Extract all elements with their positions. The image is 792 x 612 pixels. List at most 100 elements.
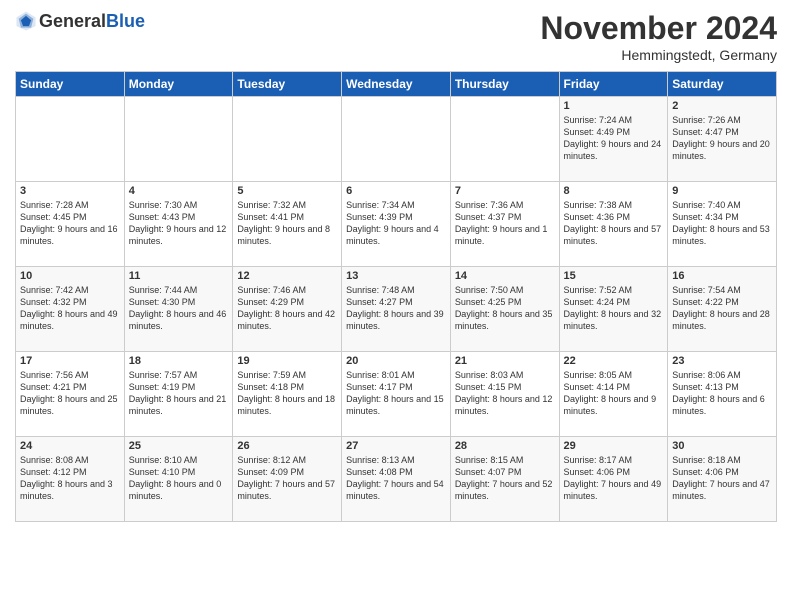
day-info: Sunrise: 7:28 AM Sunset: 4:45 PM Dayligh… (20, 199, 120, 248)
day-info: Sunrise: 7:24 AM Sunset: 4:49 PM Dayligh… (564, 114, 664, 163)
day-info: Sunrise: 7:46 AM Sunset: 4:29 PM Dayligh… (237, 284, 337, 333)
day-info: Sunrise: 8:18 AM Sunset: 4:06 PM Dayligh… (672, 454, 772, 503)
day-number: 3 (20, 185, 120, 197)
table-row: 3 Sunrise: 7:28 AM Sunset: 4:45 PM Daylig… (16, 182, 125, 267)
table-row: 5 Sunrise: 7:32 AM Sunset: 4:41 PM Daylig… (233, 182, 342, 267)
day-number: 12 (237, 270, 337, 282)
title-block: November 2024 Hemmingstedt, Germany (540, 10, 777, 63)
day-info: Sunrise: 7:54 AM Sunset: 4:22 PM Dayligh… (672, 284, 772, 333)
table-row: 21 Sunrise: 8:03 AM Sunset: 4:15 PM Dayli… (450, 352, 559, 437)
day-number: 24 (20, 440, 120, 452)
day-number: 22 (564, 355, 664, 367)
day-number: 30 (672, 440, 772, 452)
day-info: Sunrise: 8:13 AM Sunset: 4:08 PM Dayligh… (346, 454, 446, 503)
day-number: 21 (455, 355, 555, 367)
day-info: Sunrise: 7:36 AM Sunset: 4:37 PM Dayligh… (455, 199, 555, 248)
table-row: 20 Sunrise: 8:01 AM Sunset: 4:17 PM Dayli… (342, 352, 451, 437)
calendar-header-row: Sunday Monday Tuesday Wednesday Thursday… (16, 72, 777, 97)
col-saturday: Saturday (668, 72, 777, 97)
table-row: 13Sunrise: 7:48 AM Sunset: 4:27 PM Dayli… (342, 267, 451, 352)
day-number: 4 (129, 185, 229, 197)
day-number: 26 (237, 440, 337, 452)
day-number: 11 (129, 270, 229, 282)
table-row: 23Sunrise: 8:06 AM Sunset: 4:13 PM Dayli… (668, 352, 777, 437)
day-info: Sunrise: 7:38 AM Sunset: 4:36 PM Dayligh… (564, 199, 664, 248)
table-row: 25Sunrise: 8:10 AM Sunset: 4:10 PM Dayli… (124, 437, 233, 522)
col-tuesday: Tuesday (233, 72, 342, 97)
table-row: 24 Sunrise: 8:08 AM Sunset: 4:12 PM Dayli… (16, 437, 125, 522)
logo-text-blue: Blue (106, 11, 145, 32)
calendar-week-row: 17 Sunrise: 7:56 AM Sunset: 4:21 PM Dayli… (16, 352, 777, 437)
day-number: 7 (455, 185, 555, 197)
day-info: Sunrise: 7:42 AM Sunset: 4:32 PM Dayligh… (20, 284, 120, 333)
day-info: Sunrise: 7:32 AM Sunset: 4:41 PM Dayligh… (237, 199, 337, 248)
day-number: 20 (346, 355, 446, 367)
day-info: Sunrise: 8:03 AM Sunset: 4:15 PM Dayligh… (455, 369, 555, 418)
table-row: 22Sunrise: 8:05 AM Sunset: 4:14 PM Dayli… (559, 352, 668, 437)
day-number: 6 (346, 185, 446, 197)
day-info: Sunrise: 7:40 AM Sunset: 4:34 PM Dayligh… (672, 199, 772, 248)
day-info: Sunrise: 8:01 AM Sunset: 4:17 PM Dayligh… (346, 369, 446, 418)
day-info: Sunrise: 7:34 AM Sunset: 4:39 PM Dayligh… (346, 199, 446, 248)
table-row: 30 Sunrise: 8:18 AM Sunset: 4:06 PM Dayli… (668, 437, 777, 522)
table-row (233, 97, 342, 182)
day-number: 19 (237, 355, 337, 367)
day-number: 25 (129, 440, 229, 452)
col-monday: Monday (124, 72, 233, 97)
calendar-week-row: 10 Sunrise: 7:42 AM Sunset: 4:32 PM Dayli… (16, 267, 777, 352)
day-number: 16 (672, 270, 772, 282)
day-info: Sunrise: 7:50 AM Sunset: 4:25 PM Dayligh… (455, 284, 555, 333)
table-row: 4 Sunrise: 7:30 AM Sunset: 4:43 PM Daylig… (124, 182, 233, 267)
table-row: 6 Sunrise: 7:34 AM Sunset: 4:39 PM Daylig… (342, 182, 451, 267)
day-number: 15 (564, 270, 664, 282)
day-info: Sunrise: 7:44 AM Sunset: 4:30 PM Dayligh… (129, 284, 229, 333)
table-row: 1Sunrise: 7:24 AM Sunset: 4:49 PM Daylig… (559, 97, 668, 182)
day-number: 2 (672, 100, 772, 112)
table-row: 10 Sunrise: 7:42 AM Sunset: 4:32 PM Dayli… (16, 267, 125, 352)
table-row: 14Sunrise: 7:50 AM Sunset: 4:25 PM Dayli… (450, 267, 559, 352)
page: General Blue November 2024 Hemmingstedt,… (0, 0, 792, 532)
day-number: 17 (20, 355, 120, 367)
table-row (342, 97, 451, 182)
day-info: Sunrise: 7:26 AM Sunset: 4:47 PM Dayligh… (672, 114, 772, 163)
table-row: 2 Sunrise: 7:26 AM Sunset: 4:47 PM Daylig… (668, 97, 777, 182)
day-info: Sunrise: 7:56 AM Sunset: 4:21 PM Dayligh… (20, 369, 120, 418)
col-friday: Friday (559, 72, 668, 97)
col-sunday: Sunday (16, 72, 125, 97)
table-row: 28Sunrise: 8:15 AM Sunset: 4:07 PM Dayli… (450, 437, 559, 522)
table-row (450, 97, 559, 182)
calendar-table: Sunday Monday Tuesday Wednesday Thursday… (15, 71, 777, 522)
day-info: Sunrise: 7:52 AM Sunset: 4:24 PM Dayligh… (564, 284, 664, 333)
table-row: 17 Sunrise: 7:56 AM Sunset: 4:21 PM Dayli… (16, 352, 125, 437)
day-info: Sunrise: 8:15 AM Sunset: 4:07 PM Dayligh… (455, 454, 555, 503)
day-info: Sunrise: 7:30 AM Sunset: 4:43 PM Dayligh… (129, 199, 229, 248)
logo: General Blue (15, 10, 145, 32)
table-row: 26 Sunrise: 8:12 AM Sunset: 4:09 PM Dayli… (233, 437, 342, 522)
table-row: 11 Sunrise: 7:44 AM Sunset: 4:30 PM Dayli… (124, 267, 233, 352)
table-row: 9Sunrise: 7:40 AM Sunset: 4:34 PM Daylig… (668, 182, 777, 267)
day-info: Sunrise: 8:12 AM Sunset: 4:09 PM Dayligh… (237, 454, 337, 503)
table-row: 12 Sunrise: 7:46 AM Sunset: 4:29 PM Dayli… (233, 267, 342, 352)
table-row: 16 Sunrise: 7:54 AM Sunset: 4:22 PM Dayli… (668, 267, 777, 352)
calendar-week-row: 1Sunrise: 7:24 AM Sunset: 4:49 PM Daylig… (16, 97, 777, 182)
day-number: 10 (20, 270, 120, 282)
table-row: 7 Sunrise: 7:36 AM Sunset: 4:37 PM Daylig… (450, 182, 559, 267)
col-wednesday: Wednesday (342, 72, 451, 97)
day-info: Sunrise: 8:17 AM Sunset: 4:06 PM Dayligh… (564, 454, 664, 503)
day-info: Sunrise: 8:08 AM Sunset: 4:12 PM Dayligh… (20, 454, 120, 503)
day-number: 8 (564, 185, 664, 197)
day-number: 23 (672, 355, 772, 367)
table-row: 15 Sunrise: 7:52 AM Sunset: 4:24 PM Dayli… (559, 267, 668, 352)
day-number: 5 (237, 185, 337, 197)
day-info: Sunrise: 7:59 AM Sunset: 4:18 PM Dayligh… (237, 369, 337, 418)
table-row (16, 97, 125, 182)
calendar-week-row: 3 Sunrise: 7:28 AM Sunset: 4:45 PM Daylig… (16, 182, 777, 267)
col-thursday: Thursday (450, 72, 559, 97)
day-number: 27 (346, 440, 446, 452)
day-info: Sunrise: 7:57 AM Sunset: 4:19 PM Dayligh… (129, 369, 229, 418)
month-title: November 2024 (540, 10, 777, 47)
table-row: 8 Sunrise: 7:38 AM Sunset: 4:36 PM Daylig… (559, 182, 668, 267)
table-row (124, 97, 233, 182)
table-row: 19 Sunrise: 7:59 AM Sunset: 4:18 PM Dayli… (233, 352, 342, 437)
logo-text-general: General (39, 11, 106, 32)
